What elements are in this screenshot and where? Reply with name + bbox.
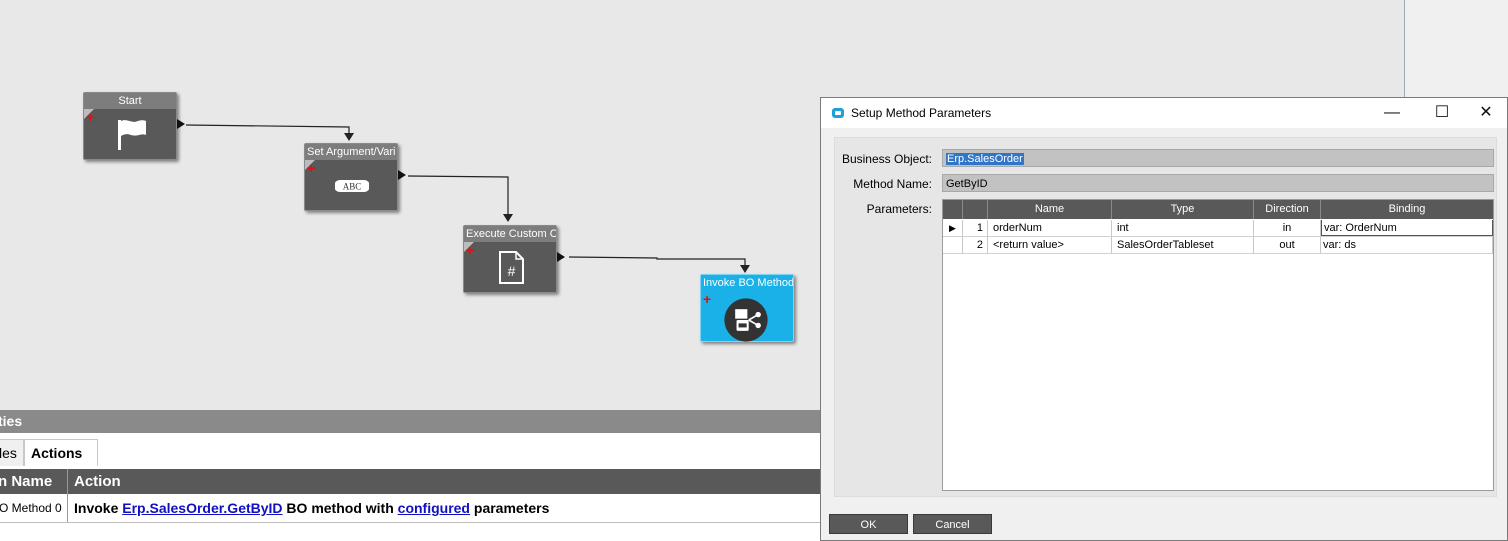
properties-panel-title: ties xyxy=(0,410,820,433)
business-object-label: Business Object: xyxy=(841,152,932,166)
grid-header-type[interactable]: Type xyxy=(1112,200,1254,219)
arrowhead-invoke xyxy=(740,265,750,273)
row-number: 2 xyxy=(963,237,988,253)
table-row[interactable]: O Method 0 Invoke Erp.SalesOrder.GetByID… xyxy=(0,494,820,523)
arrowhead-set xyxy=(344,133,354,141)
bo-method-icon xyxy=(724,298,768,342)
code-file-icon-text: # xyxy=(508,263,516,279)
param-binding-cell[interactable]: var: OrderNum xyxy=(1321,220,1493,236)
param-direction-cell[interactable]: out xyxy=(1254,237,1321,253)
business-object-field[interactable]: Erp.SalesOrder xyxy=(942,149,1494,167)
dialog-title: Setup Method Parameters xyxy=(851,106,992,120)
table-row[interactable]: 2 <return value> SalesOrderTableset out … xyxy=(943,237,1493,254)
app-icon xyxy=(832,108,844,118)
grid-header-rownum xyxy=(963,200,988,219)
param-name-cell[interactable]: <return value> xyxy=(988,237,1112,253)
dialog-title-bar[interactable]: Setup Method Parameters — ☐ ✕ xyxy=(821,98,1507,128)
code-file-icon: # xyxy=(499,251,524,284)
grid-header-direction[interactable]: Direction xyxy=(1254,200,1321,219)
output-port-icon[interactable] xyxy=(177,119,185,129)
arrowhead-exec xyxy=(503,214,513,222)
connector-exec-to-invoke xyxy=(568,256,746,266)
node-start[interactable]: Start + xyxy=(83,92,185,160)
flag-icon xyxy=(118,120,146,150)
node-title: Set Argument/Vari xyxy=(305,144,397,160)
connector-start-to-set xyxy=(185,124,350,134)
minimize-button[interactable]: — xyxy=(1369,98,1415,128)
param-type-cell[interactable]: SalesOrderTableset xyxy=(1112,237,1254,253)
node-title: Execute Custom Co xyxy=(464,226,556,242)
tab-files[interactable]: les xyxy=(0,439,24,466)
add-marker-icon[interactable]: + xyxy=(86,110,94,124)
param-type-cell[interactable]: int xyxy=(1112,220,1254,236)
method-name-label: Method Name: xyxy=(853,177,932,191)
add-marker-icon[interactable]: + xyxy=(466,243,474,257)
action-description-cell: Invoke Erp.SalesOrder.GetByID BO method … xyxy=(74,494,549,522)
output-port-icon[interactable] xyxy=(398,170,406,180)
param-direction-cell[interactable]: in xyxy=(1254,220,1321,236)
parameters-grid[interactable]: Name Type Direction Binding ▶ 1 orderNum… xyxy=(942,199,1494,491)
node-invoke-bo-method[interactable]: Invoke BO Method + xyxy=(700,274,794,342)
node-set-argument[interactable]: Set Argument/Vari + ABC xyxy=(304,143,406,211)
table-row[interactable]: ▶ 1 orderNum int in var: OrderNum xyxy=(943,220,1493,237)
grid-header-binding[interactable]: Binding xyxy=(1321,200,1493,219)
method-name-field[interactable]: GetByID xyxy=(942,174,1494,192)
column-header-action: Action xyxy=(74,473,121,490)
node-title: Start xyxy=(84,93,176,109)
workflow-connectors xyxy=(185,124,750,273)
action-text-prefix: Invoke xyxy=(74,500,123,516)
actions-table-header: n Name Action xyxy=(0,469,820,494)
action-name-cell: O Method 0 xyxy=(0,501,62,515)
grid-header: Name Type Direction Binding xyxy=(943,200,1493,219)
action-text-middle: BO method with xyxy=(282,500,398,516)
column-header-name: n Name xyxy=(0,473,53,490)
connector-set-to-exec xyxy=(407,175,509,215)
row-indicator-icon: ▶ xyxy=(943,220,963,236)
grid-header-indicator xyxy=(943,200,963,219)
business-object-value: Erp.SalesOrder xyxy=(946,153,1024,165)
parameters-label: Parameters: xyxy=(866,202,932,216)
setup-method-parameters-dialog: Setup Method Parameters — ☐ ✕ Business O… xyxy=(820,97,1508,541)
grid-header-name[interactable]: Name xyxy=(988,200,1112,219)
right-panel xyxy=(1405,0,1508,100)
abc-icon-text: ABC xyxy=(343,182,362,192)
param-name-cell[interactable]: orderNum xyxy=(988,220,1112,236)
row-number: 1 xyxy=(963,220,988,236)
output-port-icon[interactable] xyxy=(557,252,565,262)
close-button[interactable]: ✕ xyxy=(1463,98,1508,128)
param-binding-cell[interactable]: var: ds xyxy=(1321,237,1493,253)
cancel-button[interactable]: Cancel xyxy=(913,514,992,534)
maximize-button[interactable]: ☐ xyxy=(1419,98,1465,128)
bo-method-link[interactable]: Erp.SalesOrder.GetByID xyxy=(122,500,282,516)
ok-button[interactable]: OK xyxy=(829,514,908,534)
configured-parameters-link[interactable]: configured xyxy=(398,500,470,516)
action-text-suffix: parameters xyxy=(470,500,550,516)
add-marker-icon[interactable]: + xyxy=(703,292,711,306)
node-title: Invoke BO Method xyxy=(701,275,793,291)
tab-actions[interactable]: Actions xyxy=(24,439,98,466)
add-marker-icon[interactable]: + xyxy=(307,161,315,175)
row-indicator-icon xyxy=(943,237,963,253)
abc-icon: ABC xyxy=(335,180,369,192)
node-execute-custom-code[interactable]: Execute Custom Co + # xyxy=(463,225,565,293)
